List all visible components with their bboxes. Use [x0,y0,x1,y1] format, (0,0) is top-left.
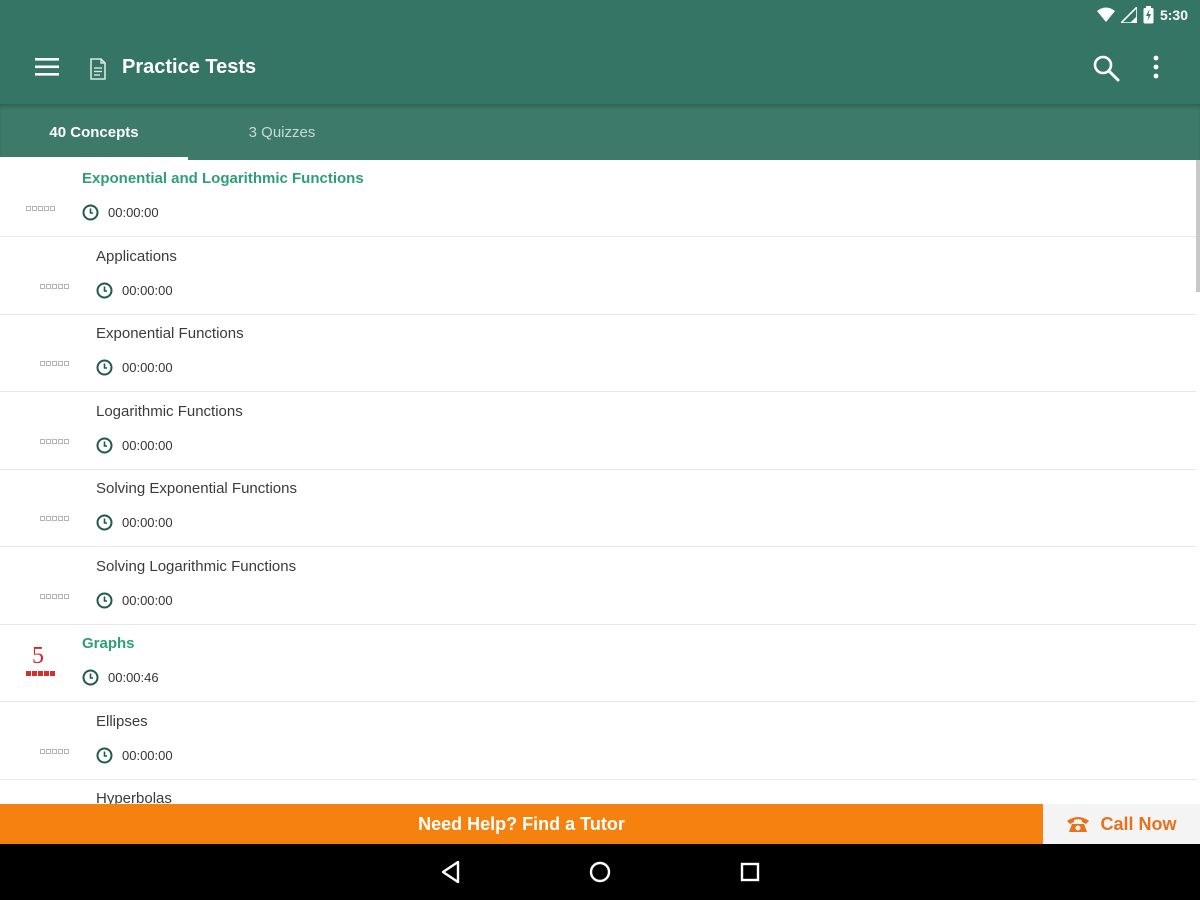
list-item-title: Exponential and Logarithmic Functions [82,170,364,187]
clock-icon [82,669,99,686]
list-item-timer: 00:00:00 [96,437,173,454]
list-item[interactable]: Ellipses 00:00:00 [0,703,1196,780]
cell-signal-icon [1120,7,1137,23]
score-value: 5 [32,643,44,669]
concept-list: Exponential and Logarithmic Functions 00… [0,160,1200,804]
list-scrollbar[interactable] [1196,160,1200,292]
list-item-title: Exponential Functions [96,325,244,342]
battery-icon [1143,6,1154,24]
list-item-timer: 00:00:00 [96,514,173,531]
status-time: 5:30 [1159,7,1188,23]
list-item-timer: 00:00:00 [96,592,173,609]
hamburger-menu-icon[interactable] [34,56,60,78]
tab-concepts[interactable]: 40 Concepts [0,104,188,160]
list-item[interactable]: Solving Logarithmic Functions 00:00:00 [0,548,1196,625]
list-item-timer: 00:00:00 [82,204,159,221]
phone-icon [1067,817,1090,832]
status-icons: 5:30 [1096,6,1188,24]
list-item-title: Ellipses [96,713,148,730]
star-rating [40,284,69,289]
list-item-time: 00:00:00 [122,593,173,608]
tutor-banner: Need Help? Find a Tutor Call Now [0,804,1200,844]
list-item-timer: 00:00:00 [96,747,173,764]
star-rating [40,361,69,366]
star-rating [40,749,69,754]
list-item-time: 00:00:00 [122,438,173,453]
list-item[interactable]: Applications 00:00:00 [0,238,1196,315]
list-item-time: 00:00:00 [122,748,173,763]
tab-bar: 40 Concepts 3 Quizzes [0,104,1200,160]
clock-icon [96,592,113,609]
clock-icon [96,437,113,454]
list-item[interactable]: Exponential Functions 00:00:00 [0,315,1196,392]
star-rating [26,206,55,211]
list-item-timer: 00:00:00 [96,282,173,299]
list-item[interactable]: Hyperbolas [0,780,1196,804]
star-rating [26,671,55,676]
system-nav-bar [0,844,1200,900]
app-toolbar: Practice Tests [0,32,1200,104]
home-icon[interactable] [586,858,614,886]
wifi-icon [1096,7,1115,22]
list-item-title: Applications [96,248,177,265]
call-now-label: Call Now [1100,813,1177,834]
recent-apps-icon[interactable] [736,858,764,886]
star-rating [40,594,69,599]
page-title: Practice Tests [122,56,257,78]
clock-icon [96,282,113,299]
list-item-title: Solving Exponential Functions [96,480,297,497]
star-rating [40,516,69,521]
document-icon [90,58,106,80]
status-bar: 5:30 [0,0,1200,32]
back-icon[interactable] [437,858,465,886]
call-now-button[interactable]: Call Now [1043,804,1200,844]
find-tutor-button[interactable]: Need Help? Find a Tutor [0,804,1043,844]
clock-icon [82,204,99,221]
list-item-timer: 00:00:00 [96,359,173,376]
list-item-time: 00:00:00 [122,515,173,530]
list-item-time: 00:00:00 [122,360,173,375]
list-item-time: 00:00:46 [108,670,159,685]
list-item-title: Graphs [82,635,135,652]
list-item-time: 00:00:00 [108,205,159,220]
clock-icon [96,359,113,376]
list-item[interactable]: Exponential and Logarithmic Functions 00… [0,160,1196,237]
list-item-time: 00:00:00 [122,283,173,298]
clock-icon [96,514,113,531]
list-item-title: Logarithmic Functions [96,403,243,420]
list-item[interactable]: 5 Graphs 00:00:46 [0,625,1196,702]
search-icon[interactable] [1092,54,1120,82]
star-rating [40,439,69,444]
list-item[interactable]: Logarithmic Functions 00:00:00 [0,393,1196,470]
list-item-title: Solving Logarithmic Functions [96,558,297,575]
tab-quizzes[interactable]: 3 Quizzes [188,104,376,160]
more-options-icon[interactable] [1146,54,1166,80]
list-item[interactable]: Solving Exponential Functions 00:00:00 [0,470,1196,547]
list-item-title: Hyperbolas [96,790,172,804]
clock-icon [96,747,113,764]
list-item-timer: 00:00:46 [82,669,159,686]
